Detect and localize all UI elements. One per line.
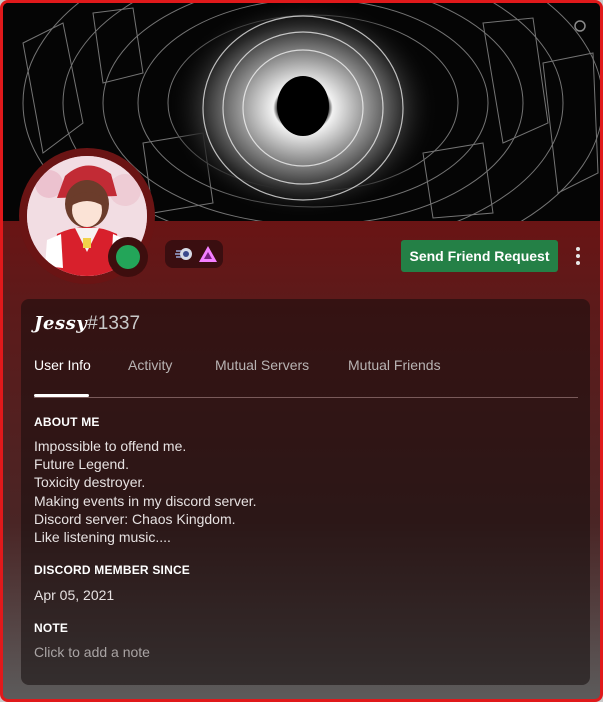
hypesquad-icon[interactable] xyxy=(175,246,193,262)
member-since-heading: DISCORD MEMBER SINCE xyxy=(34,563,191,577)
tab-mutual-friends[interactable]: Mutual Friends xyxy=(348,357,441,397)
tab-mutual-servers[interactable]: Mutual Servers xyxy=(215,357,309,397)
discriminator: #1337 xyxy=(87,313,141,334)
more-vertical-icon[interactable] xyxy=(568,240,588,272)
member-since-date: Apr 05, 2021 xyxy=(34,587,115,603)
tabs-divider xyxy=(34,397,578,398)
display-name: Jessy xyxy=(34,313,88,334)
tab-activity[interactable]: Activity xyxy=(128,357,172,397)
user-profile-modal: Send Friend Request Jessy #1337 User Inf… xyxy=(0,0,603,702)
online-status-icon xyxy=(116,245,140,269)
about-me-text: Impossible to offend me. Future Legend. … xyxy=(34,437,257,546)
send-friend-request-button[interactable]: Send Friend Request xyxy=(401,240,558,272)
about-line: Future Legend. xyxy=(34,456,129,473)
note-heading: NOTE xyxy=(34,621,69,635)
username: Jessy #1337 xyxy=(34,313,140,339)
nitro-boost-icon[interactable] xyxy=(198,245,218,263)
about-line: Like listening music.... xyxy=(34,529,171,546)
about-line: Toxicity destroyer. xyxy=(34,474,146,491)
note-input[interactable]: Click to add a note xyxy=(34,644,434,664)
about-line: Discord server: Chaos Kingdom. xyxy=(34,510,236,527)
tab-user-info[interactable]: User Info xyxy=(34,357,91,397)
about-line: Impossible to offend me. xyxy=(34,438,187,454)
about-me-heading: ABOUT ME xyxy=(34,415,100,429)
about-line: Making events in my discord server. xyxy=(34,492,257,509)
